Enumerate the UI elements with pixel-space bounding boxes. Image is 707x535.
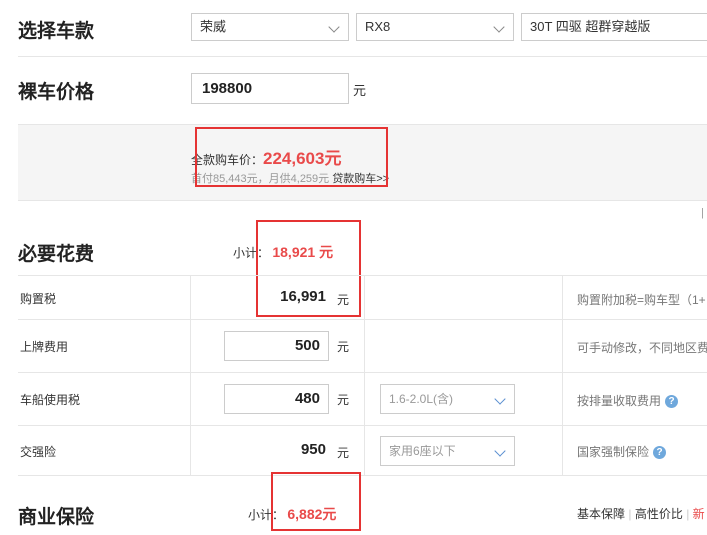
chevron-down-icon [493, 21, 505, 33]
bare-price-unit: 元 [353, 83, 367, 98]
highlight-box [195, 127, 388, 187]
bare-price-title: 裸车价格 [18, 82, 95, 103]
series-select-value: RX8 [365, 19, 391, 34]
displacement-select[interactable]: 1.6-2.0L(含) [380, 384, 515, 414]
vehicle-tax-unit: 元 [337, 393, 350, 407]
divider [18, 56, 707, 57]
compulsory-insurance-note-text: 国家强制保险 [577, 445, 650, 459]
highlight-box [271, 472, 361, 531]
divider [18, 372, 707, 373]
divider [18, 319, 707, 320]
divider [190, 275, 191, 475]
vehicle-tax-label: 车船使用税 [20, 393, 81, 407]
seat-type-select-value: 家用6座以下 [389, 444, 456, 458]
series-select[interactable]: RX8 [356, 13, 514, 41]
insurance-plan-tabs: 基本保障 | 高性价比 | 新 [577, 507, 705, 521]
variant-select-value: 30T 四驱 超群穿越版 [530, 19, 651, 34]
vehicle-tax-note-text: 按排量收取费用 [577, 394, 662, 408]
plate-fee-unit: 元 [337, 340, 350, 354]
plate-fee-note: 可手动修改，不同地区费 [577, 341, 707, 355]
divider [364, 275, 365, 475]
divider [18, 275, 707, 276]
compulsory-insurance-label: 交强险 [20, 445, 57, 459]
divider [18, 475, 707, 476]
plate-fee-input[interactable]: 500 [224, 331, 329, 361]
vehicle-tax-input[interactable]: 480 [224, 384, 329, 414]
help-icon[interactable]: ? [665, 395, 679, 409]
chevron-down-icon [494, 393, 506, 405]
tab-new[interactable]: 新 [693, 507, 705, 521]
purchase-tax-unit: 元 [337, 293, 350, 307]
variant-select[interactable]: 30T 四驱 超群穿越版 [521, 13, 707, 41]
vehicle-tax-note: 按排量收取费用? [577, 392, 679, 409]
help-icon[interactable]: ? [653, 446, 667, 460]
tab-value[interactable]: 高性价比 [635, 507, 683, 521]
displacement-select-value: 1.6-2.0L(含) [389, 392, 454, 406]
chevron-down-icon [494, 445, 506, 457]
seat-type-select[interactable]: 家用6座以下 [380, 436, 515, 466]
brand-select-value: 荣威 [200, 19, 227, 34]
brand-select[interactable]: 荣威 [191, 13, 349, 41]
commercial-title: 商业保险 [18, 507, 95, 528]
compulsory-insurance-note: 国家强制保险? [577, 443, 667, 460]
required-title: 必要花费 [18, 244, 95, 265]
chevron-down-icon [328, 21, 340, 33]
compulsory-insurance-unit: 元 [337, 446, 350, 460]
purchase-tax-value: 16,991 [280, 288, 326, 305]
purchase-tax-note: 购置附加税=购车型（1+ [577, 293, 706, 307]
select-model-title: 选择车款 [18, 21, 95, 42]
bare-price-input[interactable]: 198800 [191, 73, 349, 104]
tab-basic[interactable]: 基本保障 [577, 507, 625, 521]
plate-fee-label: 上牌费用 [20, 340, 69, 354]
divider [18, 425, 707, 426]
compulsory-insurance-value: 950 [300, 441, 326, 458]
divider [562, 275, 563, 475]
scroll-edge-marker: | [701, 207, 704, 219]
purchase-tax-label: 购置税 [20, 292, 57, 306]
